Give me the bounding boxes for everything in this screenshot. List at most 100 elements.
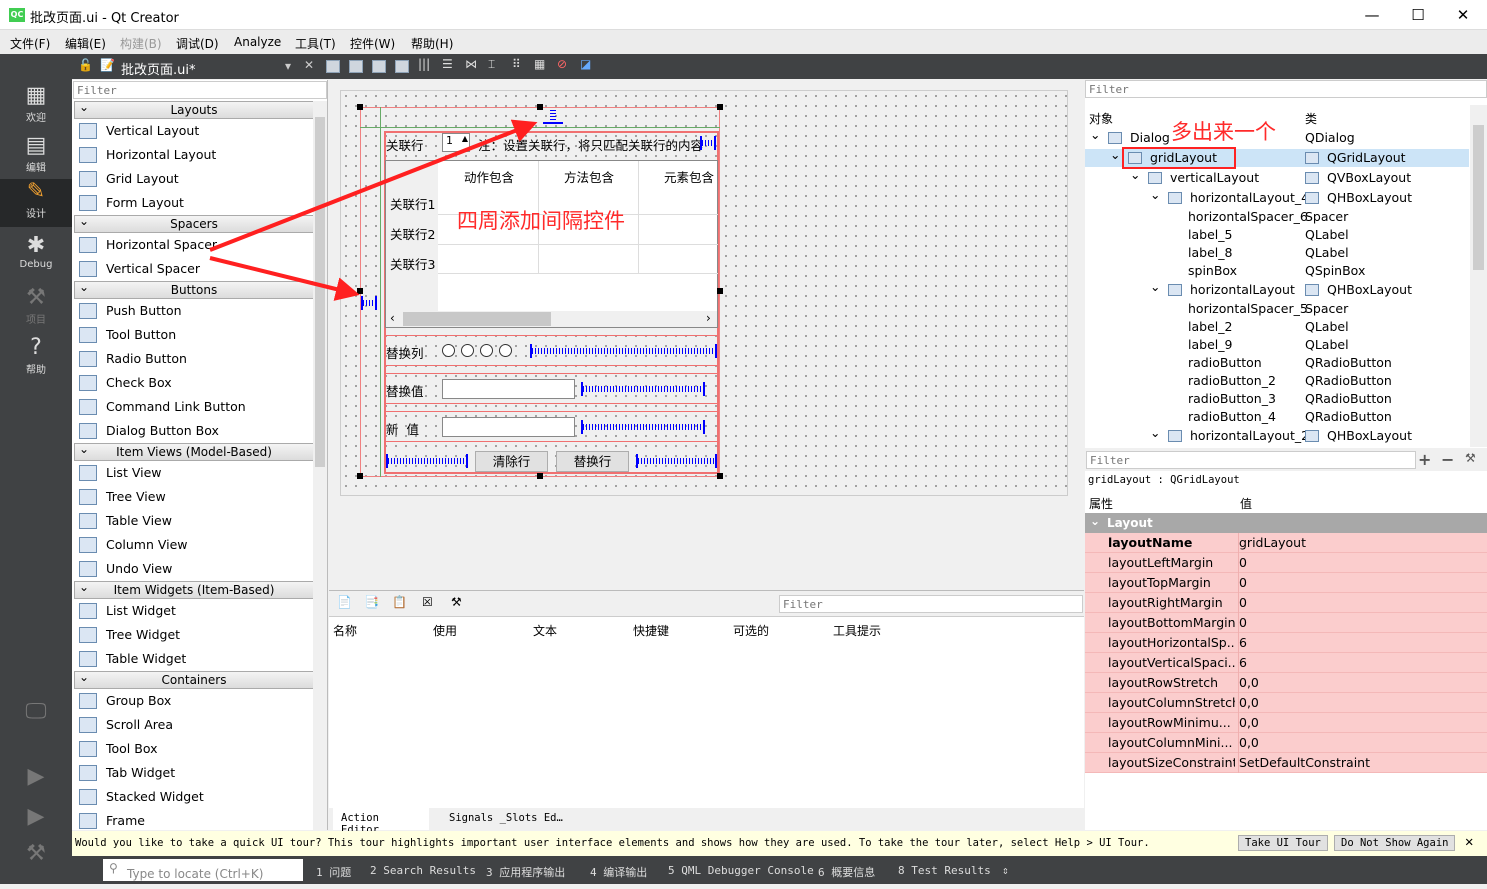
- tree-scrollbar[interactable]: [1470, 105, 1487, 447]
- scroll-left-icon[interactable]: ‹: [390, 311, 395, 325]
- close-tour-icon[interactable]: ✕: [1465, 834, 1473, 850]
- pane-scroll-icon[interactable]: ⇕: [1002, 864, 1009, 877]
- minimize-button[interactable]: —: [1352, 4, 1392, 26]
- selection-handle[interactable]: [357, 288, 363, 294]
- menu-edit[interactable]: 编辑(E): [65, 35, 106, 52]
- horizontal-scrollbar[interactable]: ‹ ›: [386, 311, 717, 327]
- widget-item[interactable]: Check Box: [74, 371, 314, 395]
- widget-category[interactable]: Containers: [74, 669, 314, 689]
- horizontal-spacer[interactable]: [386, 454, 468, 468]
- class-column-header[interactable]: 类: [1305, 110, 1317, 127]
- replace-value-input[interactable]: [442, 379, 575, 399]
- column-header[interactable]: 可选的: [733, 622, 769, 639]
- tree-row[interactable]: horizontalSpacer_5 Spacer: [1085, 300, 1469, 318]
- scrollbar-thumb[interactable]: [403, 312, 551, 326]
- column-header[interactable]: 方法包含: [564, 167, 614, 186]
- output-pane-button[interactable]: 8 Test Results: [898, 864, 991, 877]
- clear-row-button[interactable]: 清除行: [475, 451, 548, 472]
- output-pane-button[interactable]: 5 QML Debugger Console: [668, 864, 814, 877]
- file-dropdown-icon[interactable]: ▾: [285, 59, 291, 73]
- column-header[interactable]: 快捷键: [633, 622, 669, 639]
- expand-chevron-icon[interactable]: ⌄: [1110, 146, 1120, 164]
- property-value[interactable]: SetDefaultConstraint: [1238, 753, 1370, 773]
- property-row[interactable]: layoutRowStretch 0,0: [1085, 673, 1487, 693]
- property-column-header[interactable]: 属性: [1089, 495, 1113, 512]
- horizontal-spacer[interactable]: [530, 344, 717, 358]
- build-button[interactable]: ⚒: [0, 841, 72, 889]
- new-action-icon[interactable]: 📄: [337, 595, 352, 609]
- widget-item[interactable]: Stacked Widget: [74, 785, 314, 809]
- copy-action-icon[interactable]: 📑: [364, 595, 379, 609]
- new-value-input[interactable]: [442, 417, 575, 437]
- property-row[interactable]: layoutSizeConstraint SetDefaultConstraint: [1085, 753, 1487, 773]
- widget-item[interactable]: Tree Widget: [74, 623, 314, 647]
- edit-widgets-icon[interactable]: [326, 60, 340, 73]
- menu-analyze[interactable]: Analyze: [234, 35, 281, 49]
- paste-action-icon[interactable]: 📋: [392, 595, 407, 609]
- widget-item[interactable]: Table Widget: [74, 647, 314, 671]
- menu-help[interactable]: 帮助(H): [411, 35, 453, 52]
- tree-row[interactable]: label_9 QLabel: [1085, 336, 1469, 354]
- tree-row[interactable]: ⌄ Dialog QDialog: [1085, 128, 1469, 147]
- mode-debug[interactable]: ✱ Debug: [0, 233, 72, 281]
- selection-handle[interactable]: [537, 104, 543, 110]
- selection-handle[interactable]: [357, 473, 363, 479]
- menu-debug[interactable]: 调试(D): [176, 35, 219, 52]
- tree-row[interactable]: radioButton_2 QRadioButton: [1085, 372, 1469, 390]
- widget-item[interactable]: Vertical Layout: [74, 119, 314, 143]
- layout-h-splitter-icon[interactable]: ⋈: [465, 57, 477, 71]
- layout-form-icon[interactable]: ⠿: [512, 57, 521, 71]
- widget-scrollbar[interactable]: [313, 101, 327, 830]
- layout-v-splitter-icon[interactable]: ⌶: [488, 57, 495, 72]
- tree-row[interactable]: label_8 QLabel: [1085, 244, 1469, 262]
- tree-row[interactable]: ⌄ horizontalLayout_4 QHBoxLayout: [1085, 186, 1469, 207]
- close-button[interactable]: ✕: [1443, 4, 1483, 26]
- property-value[interactable]: gridLayout: [1238, 533, 1306, 553]
- widget-item[interactable]: Grid Layout: [74, 167, 314, 191]
- row-header-label[interactable]: 关联行3: [390, 254, 435, 273]
- property-value[interactable]: 0,0: [1238, 733, 1259, 753]
- output-pane-button[interactable]: 4 编译输出: [590, 864, 647, 880]
- widget-item[interactable]: Push Button: [74, 299, 314, 323]
- widget-item[interactable]: Radio Button: [74, 347, 314, 371]
- widget-item[interactable]: Horizontal Spacer: [74, 233, 314, 257]
- tree-row[interactable]: label_2 QLabel: [1085, 318, 1469, 336]
- widget-category[interactable]: Spacers: [74, 213, 314, 233]
- radio-button[interactable]: [442, 344, 455, 357]
- widget-item[interactable]: Table View: [74, 509, 314, 533]
- layout-grid-icon[interactable]: ▦: [534, 57, 545, 71]
- radio-button[interactable]: [499, 344, 512, 357]
- selection-handle[interactable]: [717, 104, 723, 110]
- row-header-label[interactable]: 关联行1: [390, 194, 435, 213]
- output-pane-button[interactable]: 1 问题: [316, 864, 351, 880]
- take-tour-button[interactable]: Take UI Tour: [1238, 835, 1328, 851]
- property-row[interactable]: layoutColumnMini... 0,0: [1085, 733, 1487, 753]
- column-header[interactable]: 名称: [333, 622, 357, 639]
- locate-input[interactable]: ⚲ Type to locate (Ctrl+K): [103, 859, 303, 881]
- expand-chevron-icon[interactable]: ⌄: [1150, 186, 1160, 204]
- widget-item[interactable]: List View: [74, 461, 314, 485]
- tree-row[interactable]: radioButton QRadioButton: [1085, 354, 1469, 372]
- scrollbar-thumb[interactable]: [315, 117, 325, 467]
- widget-item[interactable]: Undo View: [74, 557, 314, 581]
- edit-signals-icon[interactable]: [349, 60, 363, 73]
- replace-row-button[interactable]: 替换行: [556, 451, 629, 472]
- widget-item[interactable]: Tab Widget: [74, 761, 314, 785]
- selection-handle[interactable]: [717, 473, 723, 479]
- tab-action-editor[interactable]: Action Editor: [333, 808, 429, 836]
- widget-filter-input[interactable]: [73, 81, 327, 99]
- property-value[interactable]: 0,0: [1238, 713, 1259, 733]
- selection-handle[interactable]: [537, 473, 543, 479]
- property-value[interactable]: 0: [1238, 613, 1247, 633]
- horizontal-spacer[interactable]: [581, 420, 705, 434]
- tree-row[interactable]: ⌄ verticalLayout QVBoxLayout: [1085, 167, 1469, 187]
- do-not-show-button[interactable]: Do Not Show Again: [1334, 835, 1456, 851]
- horizontal-spacer-left[interactable]: [361, 296, 377, 310]
- tree-row[interactable]: radioButton_4 QRadioButton: [1085, 408, 1469, 426]
- close-file-icon[interactable]: ✕: [304, 58, 314, 72]
- property-row[interactable]: layoutVerticalSpaci... 6: [1085, 653, 1487, 673]
- mode-edit[interactable]: ▤ 编辑: [0, 133, 72, 181]
- property-row[interactable]: layoutColumnStretch 0,0: [1085, 693, 1487, 713]
- tree-row[interactable]: ⌄ horizontalLayout QHBoxLayout: [1085, 279, 1469, 299]
- value-column-header[interactable]: 值: [1240, 495, 1252, 512]
